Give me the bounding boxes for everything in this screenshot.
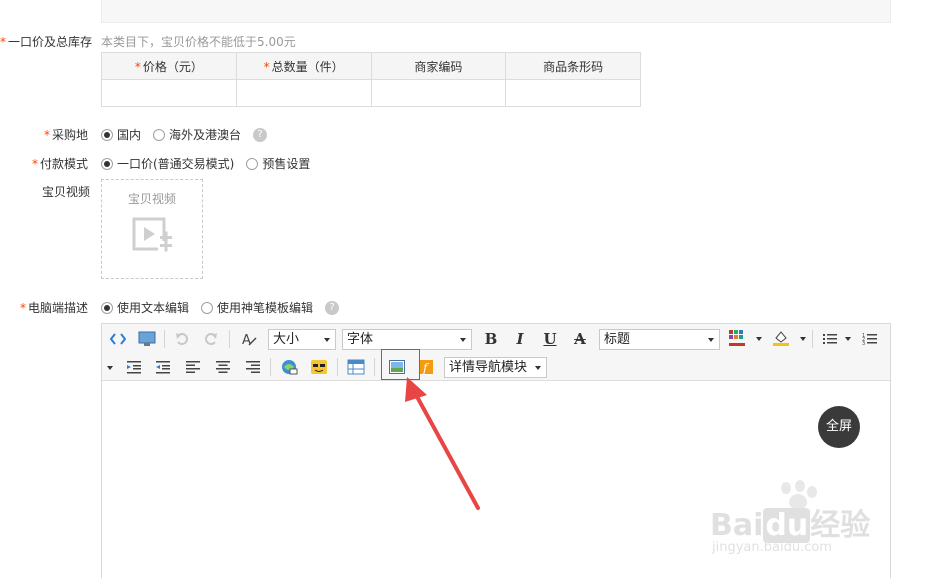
payment-option-presale[interactable]: 预售设置 (246, 155, 310, 172)
indent-icon[interactable] (124, 357, 144, 377)
description-label: * 电脑端描述 (20, 301, 89, 315)
baidu-watermark: Baidu经验 jingyan.baidu.com (708, 478, 888, 568)
undo-icon[interactable] (172, 329, 192, 349)
help-icon[interactable]: ? (325, 300, 340, 315)
link-icon[interactable] (279, 357, 299, 377)
video-label: 宝贝视频 (42, 185, 91, 199)
preview-icon[interactable] (137, 329, 157, 349)
origin-option-domestic[interactable]: 国内 (101, 126, 141, 143)
format-clear-icon[interactable]: A (239, 329, 259, 349)
heading-select[interactable]: 标题 (599, 329, 720, 350)
bold-button[interactable]: B (481, 329, 501, 349)
table-header-row: * 价格（元） * 总数量（件） 商家编码 商品条形码 (101, 52, 641, 80)
column-header-price: * 价格（元） (101, 52, 237, 80)
chevron-down-icon[interactable] (845, 337, 851, 341)
radio-checked[interactable] (101, 128, 113, 141)
payment-option-fixed-price[interactable]: 一口价(普通交易模式) (101, 155, 234, 172)
video-upload-box[interactable]: 宝贝视频 (101, 179, 203, 279)
description-option-template-editor[interactable]: 使用神笔模板编辑 (201, 299, 313, 316)
required-star: * (0, 35, 6, 49)
redo-icon[interactable] (201, 329, 221, 349)
emoticon-icon[interactable] (309, 357, 329, 377)
align-right-icon[interactable] (243, 357, 263, 377)
radio-unchecked[interactable] (201, 301, 214, 314)
quantity-input-cell[interactable] (235, 79, 372, 107)
background-color-icon[interactable] (771, 328, 791, 348)
watermark-url: jingyan.baidu.com (712, 540, 832, 555)
svg-text:3: 3 (862, 341, 865, 346)
watermark-brand: Baidu经验 (710, 508, 871, 543)
description-option-text-editor[interactable]: 使用文本编辑 (101, 299, 189, 316)
help-icon[interactable]: ? (253, 127, 268, 142)
chevron-down-icon[interactable] (800, 337, 806, 341)
editor-toolbar: A 大小 字体 B I U A 标题 1 2 3 f 详情导航模块 (102, 324, 890, 381)
price-input-cell[interactable] (101, 79, 237, 107)
numbered-list-icon[interactable]: 123 (860, 329, 880, 349)
radio-checked[interactable] (101, 157, 113, 170)
align-left-icon[interactable] (183, 357, 203, 377)
strikethrough-button[interactable]: A (570, 329, 590, 349)
bullet-list-icon[interactable] (820, 329, 840, 349)
align-center-icon[interactable] (213, 357, 233, 377)
chevron-down-icon[interactable] (756, 337, 762, 341)
radio-unchecked[interactable] (246, 157, 259, 170)
underline-button[interactable]: U (540, 329, 560, 349)
source-code-icon[interactable] (108, 329, 128, 349)
origin-option-overseas[interactable]: 海外及港澳台 (153, 126, 241, 143)
column-header-barcode: 商品条形码 (505, 52, 641, 80)
price-stock-table: * 价格（元） * 总数量（件） 商家编码 商品条形码 (101, 52, 641, 107)
description-radio-group: 使用文本编辑 使用神笔模板编辑 ? (101, 299, 340, 316)
video-box-label: 宝贝视频 (127, 192, 176, 206)
column-header-merchant-code: 商家编码 (370, 52, 507, 80)
outdent-icon[interactable] (153, 357, 173, 377)
font-color-icon[interactable] (727, 328, 747, 348)
radio-checked[interactable] (101, 301, 113, 314)
payment-radio-group: 一口价(普通交易模式) 预售设置 (101, 155, 322, 172)
font-family-select[interactable]: 字体 (342, 329, 472, 350)
radio-unchecked[interactable] (153, 128, 166, 141)
chevron-down-icon[interactable] (107, 366, 113, 370)
price-stock-label: * 一口价及总库存 (0, 35, 93, 49)
table-input-row (101, 79, 641, 107)
font-size-select[interactable]: 大小 (268, 329, 336, 350)
origin-label: * 采购地 (44, 128, 89, 142)
italic-button[interactable]: I (510, 329, 530, 349)
table-icon[interactable] (346, 357, 366, 377)
fullscreen-button[interactable]: 全屏 (818, 406, 860, 448)
annotation-highlight-box (381, 349, 420, 380)
price-hint: 本类目下，宝贝价格不能低于5.00元 (101, 35, 296, 49)
payment-mode-label: * 付款模式 (32, 157, 89, 171)
merchant-code-input-cell[interactable] (370, 79, 507, 107)
previous-section-area (101, 0, 891, 23)
barcode-input-cell[interactable] (505, 79, 641, 107)
video-add-icon (132, 217, 172, 252)
detail-nav-module-select[interactable]: 详情导航模块 (444, 357, 547, 378)
origin-radio-group: 国内 海外及港澳台 ? (101, 126, 268, 143)
column-header-quantity: * 总数量（件） (235, 52, 372, 80)
